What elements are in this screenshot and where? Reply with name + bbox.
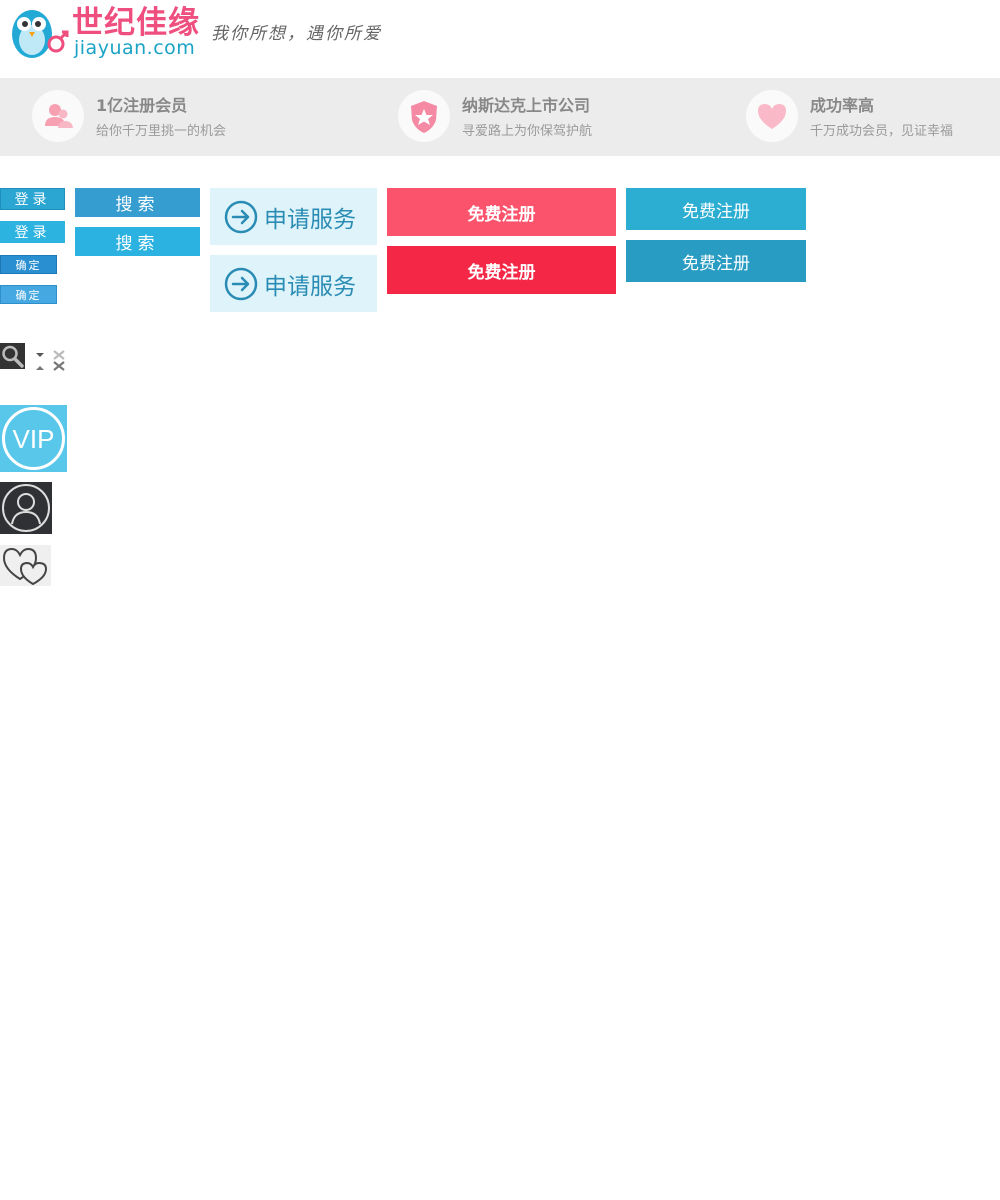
login-button[interactable]: 登录 <box>0 188 65 210</box>
shield-star-icon <box>398 90 450 142</box>
apply-service-button-hover[interactable]: 申请服务 <box>210 255 377 312</box>
login-button-hover[interactable]: 登录 <box>0 221 65 243</box>
free-register-button-blue[interactable]: 免费注册 <box>626 188 806 230</box>
logo-domain-text[interactable]: jiayuan.com <box>74 36 195 60</box>
apply-service-label: 申请服务 <box>264 206 356 233</box>
vip-icon[interactable]: VIP <box>0 405 67 472</box>
feature-title: 1亿注册会员 <box>96 96 188 115</box>
feature-desc: 寻爱路上为你保驾护航 <box>462 124 593 139</box>
feature-title: 纳斯达克上市公司 <box>462 96 591 115</box>
heart-icon <box>746 90 798 142</box>
feature-band: 1亿注册会员 给你千万里挑一的机会 纳斯达克上市公司 寻爱路上为你保驾护航 成功… <box>0 78 1000 156</box>
header: 世纪佳缘 jiayuan.com 我你所想，遇你所爱 <box>0 0 1000 78</box>
free-register-button-blue-hover[interactable]: 免费注册 <box>626 240 806 282</box>
apply-service-button[interactable]: 申请服务 <box>210 188 377 245</box>
feature-desc: 给你千万里挑一的机会 <box>96 124 227 139</box>
close-icon-hover[interactable] <box>53 356 65 375</box>
confirm-button[interactable]: 确定 <box>0 255 57 274</box>
feature-title: 成功率高 <box>810 96 875 115</box>
free-register-button-pink-hover[interactable]: 免费注册 <box>387 246 616 294</box>
hearts-icon[interactable] <box>0 545 51 586</box>
confirm-button-hover[interactable]: 确定 <box>0 285 57 304</box>
svg-text:VIP: VIP <box>13 424 55 454</box>
caret-up-icon[interactable] <box>35 356 45 375</box>
apply-service-label: 申请服务 <box>264 273 356 300</box>
free-register-button-pink[interactable]: 免费注册 <box>387 188 616 236</box>
user-icon[interactable] <box>0 482 52 534</box>
feature-desc: 千万成功会员，见证幸福 <box>810 124 954 139</box>
arrow-right-circle-icon <box>224 200 258 233</box>
users-icon <box>32 90 84 142</box>
arrow-right-circle-icon <box>224 267 258 300</box>
slogan: 我你所想，遇你所爱 <box>211 24 382 44</box>
search-button-hover[interactable]: 搜索 <box>75 227 200 256</box>
mascot-logo-icon[interactable] <box>10 6 70 62</box>
search-button[interactable]: 搜索 <box>75 188 200 217</box>
search-icon[interactable] <box>0 343 25 369</box>
